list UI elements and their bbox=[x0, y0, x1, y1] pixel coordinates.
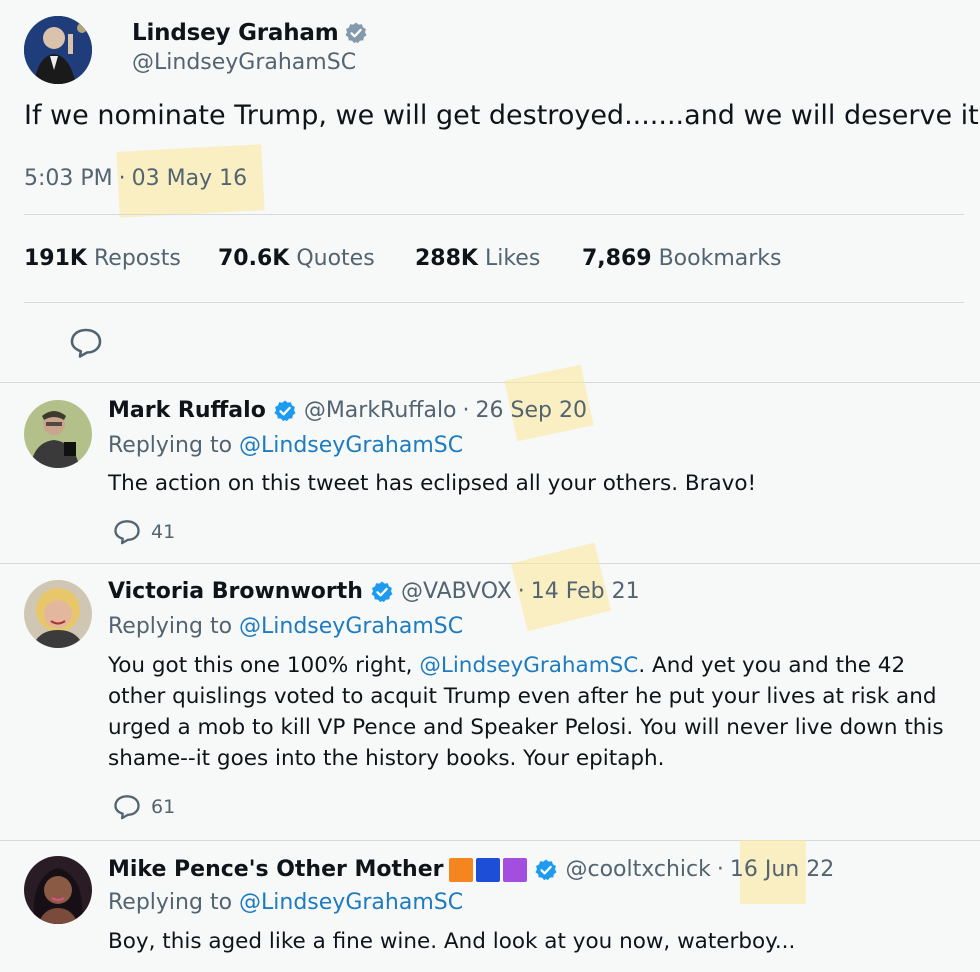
replying-to-link[interactable]: @LindseyGrahamSC bbox=[239, 433, 463, 458]
reply-text: Boy, this aged like a fine wine. And loo… bbox=[108, 929, 796, 954]
reply-header: Mark Ruffalo @MarkRuffalo · 26 Sep 20 bbox=[108, 398, 587, 423]
meta-separator: · bbox=[517, 579, 525, 604]
stat-reposts[interactable]: 191K Reposts bbox=[24, 246, 181, 271]
stat-label: Bookmarks bbox=[658, 246, 782, 271]
stat-value: 70.6K bbox=[218, 246, 290, 271]
stat-quotes[interactable]: 70.6K Quotes bbox=[218, 246, 375, 271]
reply-date[interactable]: 16 Jun 22 bbox=[730, 857, 834, 882]
reply-action[interactable]: 61 bbox=[113, 793, 175, 821]
reply-author-handle[interactable]: @cooltxchick bbox=[565, 857, 710, 882]
reply-header: Victoria Brownworth @VABVOX · 14 Feb 21 bbox=[108, 579, 640, 604]
reply-action[interactable]: 41 bbox=[113, 518, 175, 546]
author-name-row: Lindsey Graham bbox=[132, 20, 368, 46]
divider bbox=[24, 214, 964, 215]
replying-to-link[interactable]: @LindseyGrahamSC bbox=[239, 890, 463, 915]
replying-to-line: Replying to @LindseyGrahamSC bbox=[108, 614, 463, 639]
reply-header: Mike Pence's Other Mother @cooltxchick ·… bbox=[108, 857, 834, 882]
replying-to-link[interactable]: @LindseyGrahamSC bbox=[239, 614, 463, 639]
avatar-portrait-icon bbox=[24, 400, 92, 468]
avatar-portrait-icon bbox=[24, 856, 92, 924]
purple-square-icon bbox=[503, 857, 528, 882]
reply-bubble-icon[interactable] bbox=[69, 327, 103, 359]
reply-text: You got this one 100% right, @LindseyGra… bbox=[108, 650, 968, 774]
stat-value: 191K bbox=[24, 246, 87, 271]
stat-label: Reposts bbox=[93, 246, 181, 271]
stat-label: Likes bbox=[484, 246, 541, 271]
orange-square-icon bbox=[449, 857, 474, 882]
tweet-timestamp[interactable]: 5:03 PM · 03 May 16 bbox=[24, 166, 247, 191]
avatar-portrait-icon bbox=[24, 16, 92, 84]
meta-separator: · bbox=[716, 857, 724, 882]
mention-link[interactable]: @LindseyGrahamSC bbox=[419, 653, 638, 678]
verified-badge-icon bbox=[371, 581, 393, 602]
reply-author-name[interactable]: Mike Pence's Other Mother bbox=[108, 857, 443, 882]
author-avatar[interactable] bbox=[24, 16, 92, 84]
reply-date[interactable]: 26 Sep 20 bbox=[476, 398, 587, 423]
author-handle[interactable]: @LindseyGrahamSC bbox=[132, 50, 356, 75]
divider bbox=[0, 840, 980, 841]
reply-author-name[interactable]: Victoria Brownworth bbox=[108, 579, 363, 604]
verified-badge-icon bbox=[274, 400, 296, 421]
stat-bookmarks[interactable]: 7,869 Bookmarks bbox=[582, 246, 782, 271]
reply-count: 41 bbox=[151, 521, 176, 543]
avatar-portrait-icon bbox=[24, 580, 92, 648]
reply-count: 61 bbox=[151, 796, 176, 818]
replying-to-line: Replying to @LindseyGrahamSC bbox=[108, 890, 463, 915]
reply-date[interactable]: 14 Feb 21 bbox=[531, 579, 640, 604]
replying-prefix: Replying to bbox=[108, 890, 233, 915]
tweet-text: If we nominate Trump, we will get destro… bbox=[24, 100, 980, 131]
tweet-date: 03 May 16 bbox=[131, 166, 248, 191]
reply-text-before: You got this one 100% right, bbox=[108, 653, 420, 678]
reply-bubble-icon bbox=[114, 520, 140, 545]
replying-prefix: Replying to bbox=[108, 614, 233, 639]
stat-value: 7,869 bbox=[582, 246, 652, 271]
name-flag-emoji bbox=[449, 857, 530, 882]
replying-prefix: Replying to bbox=[108, 433, 233, 458]
reply-author-handle[interactable]: @VABVOX bbox=[401, 579, 512, 604]
reply-avatar[interactable] bbox=[24, 400, 92, 468]
reply-author-handle[interactable]: @MarkRuffalo bbox=[304, 398, 457, 423]
divider bbox=[0, 382, 980, 383]
reply-bubble-icon bbox=[114, 795, 140, 820]
timestamp-separator: · bbox=[118, 166, 126, 191]
stat-likes[interactable]: 288K Likes bbox=[415, 246, 540, 271]
verified-badge-icon bbox=[535, 859, 557, 880]
replying-to-line: Replying to @LindseyGrahamSC bbox=[108, 433, 463, 458]
reply-author-name[interactable]: Mark Ruffalo bbox=[108, 398, 266, 423]
author-name[interactable]: Lindsey Graham bbox=[132, 20, 339, 46]
meta-separator: · bbox=[462, 398, 470, 423]
divider bbox=[24, 302, 964, 303]
divider bbox=[0, 563, 980, 564]
reply-avatar[interactable] bbox=[24, 856, 92, 924]
verified-badge-icon bbox=[345, 22, 367, 44]
stat-value: 288K bbox=[415, 246, 478, 271]
stat-label: Quotes bbox=[296, 246, 375, 271]
reply-avatar[interactable] bbox=[24, 580, 92, 648]
tweet-time: 5:03 PM bbox=[24, 166, 113, 191]
reply-text: The action on this tweet has eclipsed al… bbox=[108, 471, 757, 496]
blue-square-icon bbox=[476, 857, 501, 882]
